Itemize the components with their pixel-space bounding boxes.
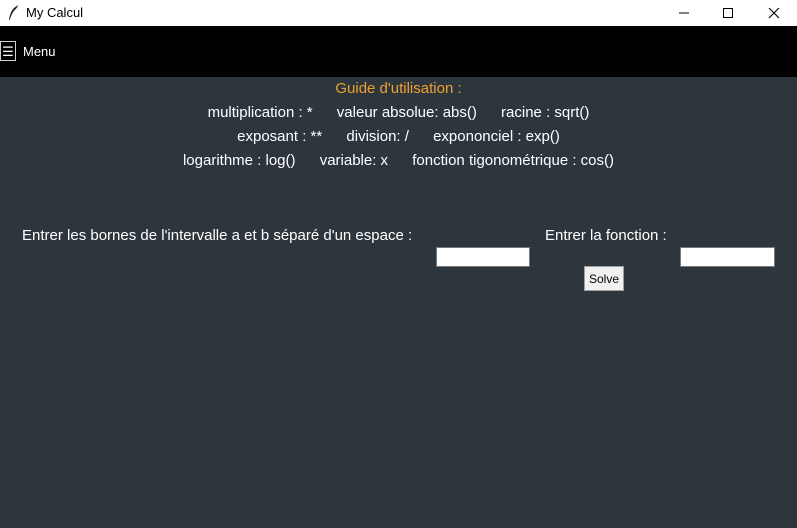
guide-item: exposant : ** [237, 128, 323, 145]
guide-item: valeur absolue: abs() [336, 104, 477, 121]
solve-button[interactable]: Solve [584, 266, 624, 291]
function-label: Entrer la fonction : [545, 227, 667, 244]
minimize-icon [678, 7, 690, 19]
guide-item: logarithme : log() [182, 152, 296, 169]
guide-line-3: logarithme : log() variable: x fonction … [0, 152, 797, 169]
guide-item: expononciel : exp() [433, 128, 560, 145]
guide-line-2: exposant : ** division: / expononciel : … [0, 128, 797, 145]
maximize-button[interactable] [705, 0, 751, 26]
interval-input[interactable] [436, 247, 530, 267]
guide-item: division: / [346, 128, 409, 145]
menu-bar [0, 26, 797, 77]
function-input[interactable] [680, 247, 775, 267]
close-icon [768, 7, 780, 19]
minimize-button[interactable] [661, 0, 707, 26]
hamburger-icon[interactable]: ☰ [0, 41, 16, 61]
guide-title: Guide d'utilisation : [335, 80, 462, 97]
menu-label[interactable]: Menu [23, 44, 56, 59]
interval-label: Entrer les bornes de l'intervalle a et b… [22, 227, 413, 244]
menu-button[interactable]: ☰ Menu [0, 40, 56, 62]
guide-item: multiplication : * [207, 104, 313, 121]
guide-item: fonction tigonométrique : cos() [412, 152, 615, 169]
close-button[interactable] [751, 0, 797, 26]
window-title: My Calcul [26, 5, 84, 20]
feather-icon [7, 4, 21, 22]
title-bar: My Calcul [0, 0, 797, 26]
maximize-icon [722, 7, 734, 19]
guide-item: variable: x [319, 152, 389, 169]
guide-item: racine : sqrt() [501, 104, 590, 121]
guide-line-1: multiplication : * valeur absolue: abs()… [0, 104, 797, 121]
